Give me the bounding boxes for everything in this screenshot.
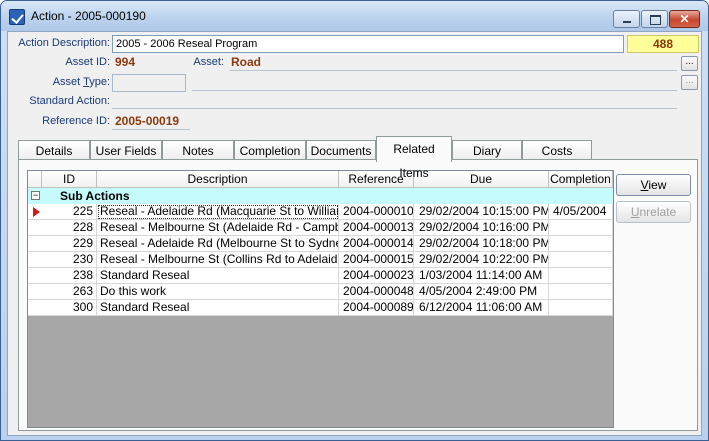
unrelate-button[interactable]: Unrelate (616, 201, 691, 223)
cell-description: Reseal - Melbourne St (Adelaide Rd - Cam… (97, 220, 339, 236)
cell-due: 29/02/2004 10:15:00 PM (414, 204, 549, 220)
collapse-group-icon[interactable]: − (31, 191, 40, 200)
cell-id: 263 (42, 284, 97, 300)
standard-action-underline (112, 108, 677, 109)
column-header-completion[interactable]: Completion (549, 171, 613, 188)
cell-completion: 4/05/2004 (549, 204, 613, 220)
cell-due: 29/02/2004 10:18:00 PM (414, 236, 549, 252)
cell-id: 229 (42, 236, 97, 252)
cell-description: Standard Reseal (97, 268, 339, 284)
asset-underline (230, 70, 677, 71)
window-title: Action - 2005-000190 (31, 9, 146, 23)
cell-description[interactable]: Reseal - Adelaide Rd (Macquarie St to Wi… (97, 204, 339, 220)
form-client-area: Action Description: 2005 - 2006 Reseal P… (7, 31, 702, 436)
cell-reference: 2004-000015 (339, 252, 414, 268)
asset-type-browse-button[interactable]: ... (681, 75, 698, 90)
cell-due: 29/02/2004 10:22:00 PM (414, 252, 549, 268)
table-row[interactable]: 263 Do this work 2004-000048 4/05/2004 2… (28, 284, 613, 300)
asset-label: Asset: (193, 56, 224, 68)
cell-id: 300 (42, 300, 97, 316)
group-label: Sub Actions (60, 189, 130, 203)
grid-corner (28, 171, 42, 188)
group-row-sub-actions[interactable]: − Sub Actions (28, 188, 613, 204)
column-header-due[interactable]: Due (414, 171, 549, 188)
column-header-description[interactable]: Description (97, 171, 339, 188)
cell-reference: 2004-000013 (339, 220, 414, 236)
asset-value: Road (231, 55, 261, 69)
cell-completion (549, 236, 613, 252)
cell-id: 228 (42, 220, 97, 236)
close-icon: ✕ (679, 12, 690, 26)
asset-browse-button[interactable]: ... (681, 56, 698, 71)
cell-due: 6/12/2004 11:06:00 AM (414, 300, 549, 316)
cell-reference: 2004-000010 (339, 204, 414, 220)
app-check-icon (9, 9, 25, 25)
grid-rows: − Sub Actions 225 Reseal - Adelaide Rd (… (28, 188, 613, 316)
table-row[interactable]: 230 Reseal - Melbourne St (Collins Rd to… (28, 252, 613, 268)
cell-due: 4/05/2004 2:49:00 PM (414, 284, 549, 300)
cell-description: Standard Reseal (97, 300, 339, 316)
cell-description: Reseal - Adelaide Rd (Melbourne St to Sy… (97, 236, 339, 252)
asset-type-label: Asset Type: (52, 76, 110, 88)
cell-id: 238 (42, 268, 97, 284)
reference-id-underline (112, 129, 190, 130)
cell-reference: 2004-000023 (339, 268, 414, 284)
grid-header: ID Description Reference Due Completion (28, 171, 613, 188)
cell-due: 29/02/2004 10:16:00 PM (414, 220, 549, 236)
table-row[interactable]: 300 Standard Reseal 2004-000089 6/12/200… (28, 300, 613, 316)
cell-completion (549, 268, 613, 284)
action-window: Action - 2005-000190 ✕ Action Descriptio… (0, 0, 709, 441)
table-row[interactable]: 228 Reseal - Melbourne St (Adelaide Rd -… (28, 220, 613, 236)
action-description-field[interactable]: 2005 - 2006 Reseal Program (112, 35, 624, 53)
standard-action-label: Standard Action: (29, 95, 110, 107)
cell-completion (549, 252, 613, 268)
current-row-indicator-icon (33, 207, 40, 217)
cell-id: 225 (42, 204, 97, 220)
title-bar[interactable]: Action - 2005-000190 ✕ (1, 1, 708, 31)
asset-id-value: 994 (115, 55, 136, 69)
table-row[interactable]: 238 Standard Reseal 2004-000023 1/03/200… (28, 268, 613, 284)
cell-reference: 2004-000014 (339, 236, 414, 252)
table-row[interactable]: 229 Reseal - Adelaide Rd (Melbourne St t… (28, 236, 613, 252)
cell-description: Reseal - Melbourne St (Collins Rd to Ade… (97, 252, 339, 268)
asset-type-underline (192, 90, 677, 91)
action-description-label: Action Description: (18, 37, 110, 49)
asset-type-field[interactable] (112, 74, 186, 92)
minimize-button[interactable] (613, 10, 640, 28)
asset-id-label: Asset ID: (65, 56, 110, 68)
cell-completion (549, 220, 613, 236)
count-badge: 488 (627, 35, 699, 53)
cell-reference: 2004-000089 (339, 300, 414, 316)
related-items-panel: ID Description Reference Due Completion … (18, 159, 698, 431)
close-button[interactable]: ✕ (669, 10, 700, 28)
cell-due: 1/03/2004 11:14:00 AM (414, 268, 549, 284)
reference-id-value: 2005-00019 (115, 114, 180, 128)
cell-description: Do this work (97, 284, 339, 300)
cell-id: 230 (42, 252, 97, 268)
table-row[interactable]: 225 Reseal - Adelaide Rd (Macquarie St t… (28, 204, 613, 220)
cell-completion (549, 300, 613, 316)
view-button[interactable]: View (616, 174, 691, 196)
reference-id-label: Reference ID: (42, 115, 110, 127)
maximize-button[interactable] (641, 10, 668, 28)
cell-completion (549, 284, 613, 300)
cell-reference: 2004-000048 (339, 284, 414, 300)
column-header-id[interactable]: ID (42, 171, 97, 188)
related-items-grid[interactable]: ID Description Reference Due Completion … (27, 170, 614, 428)
tab-related-items[interactable]: Related Items (376, 136, 452, 180)
